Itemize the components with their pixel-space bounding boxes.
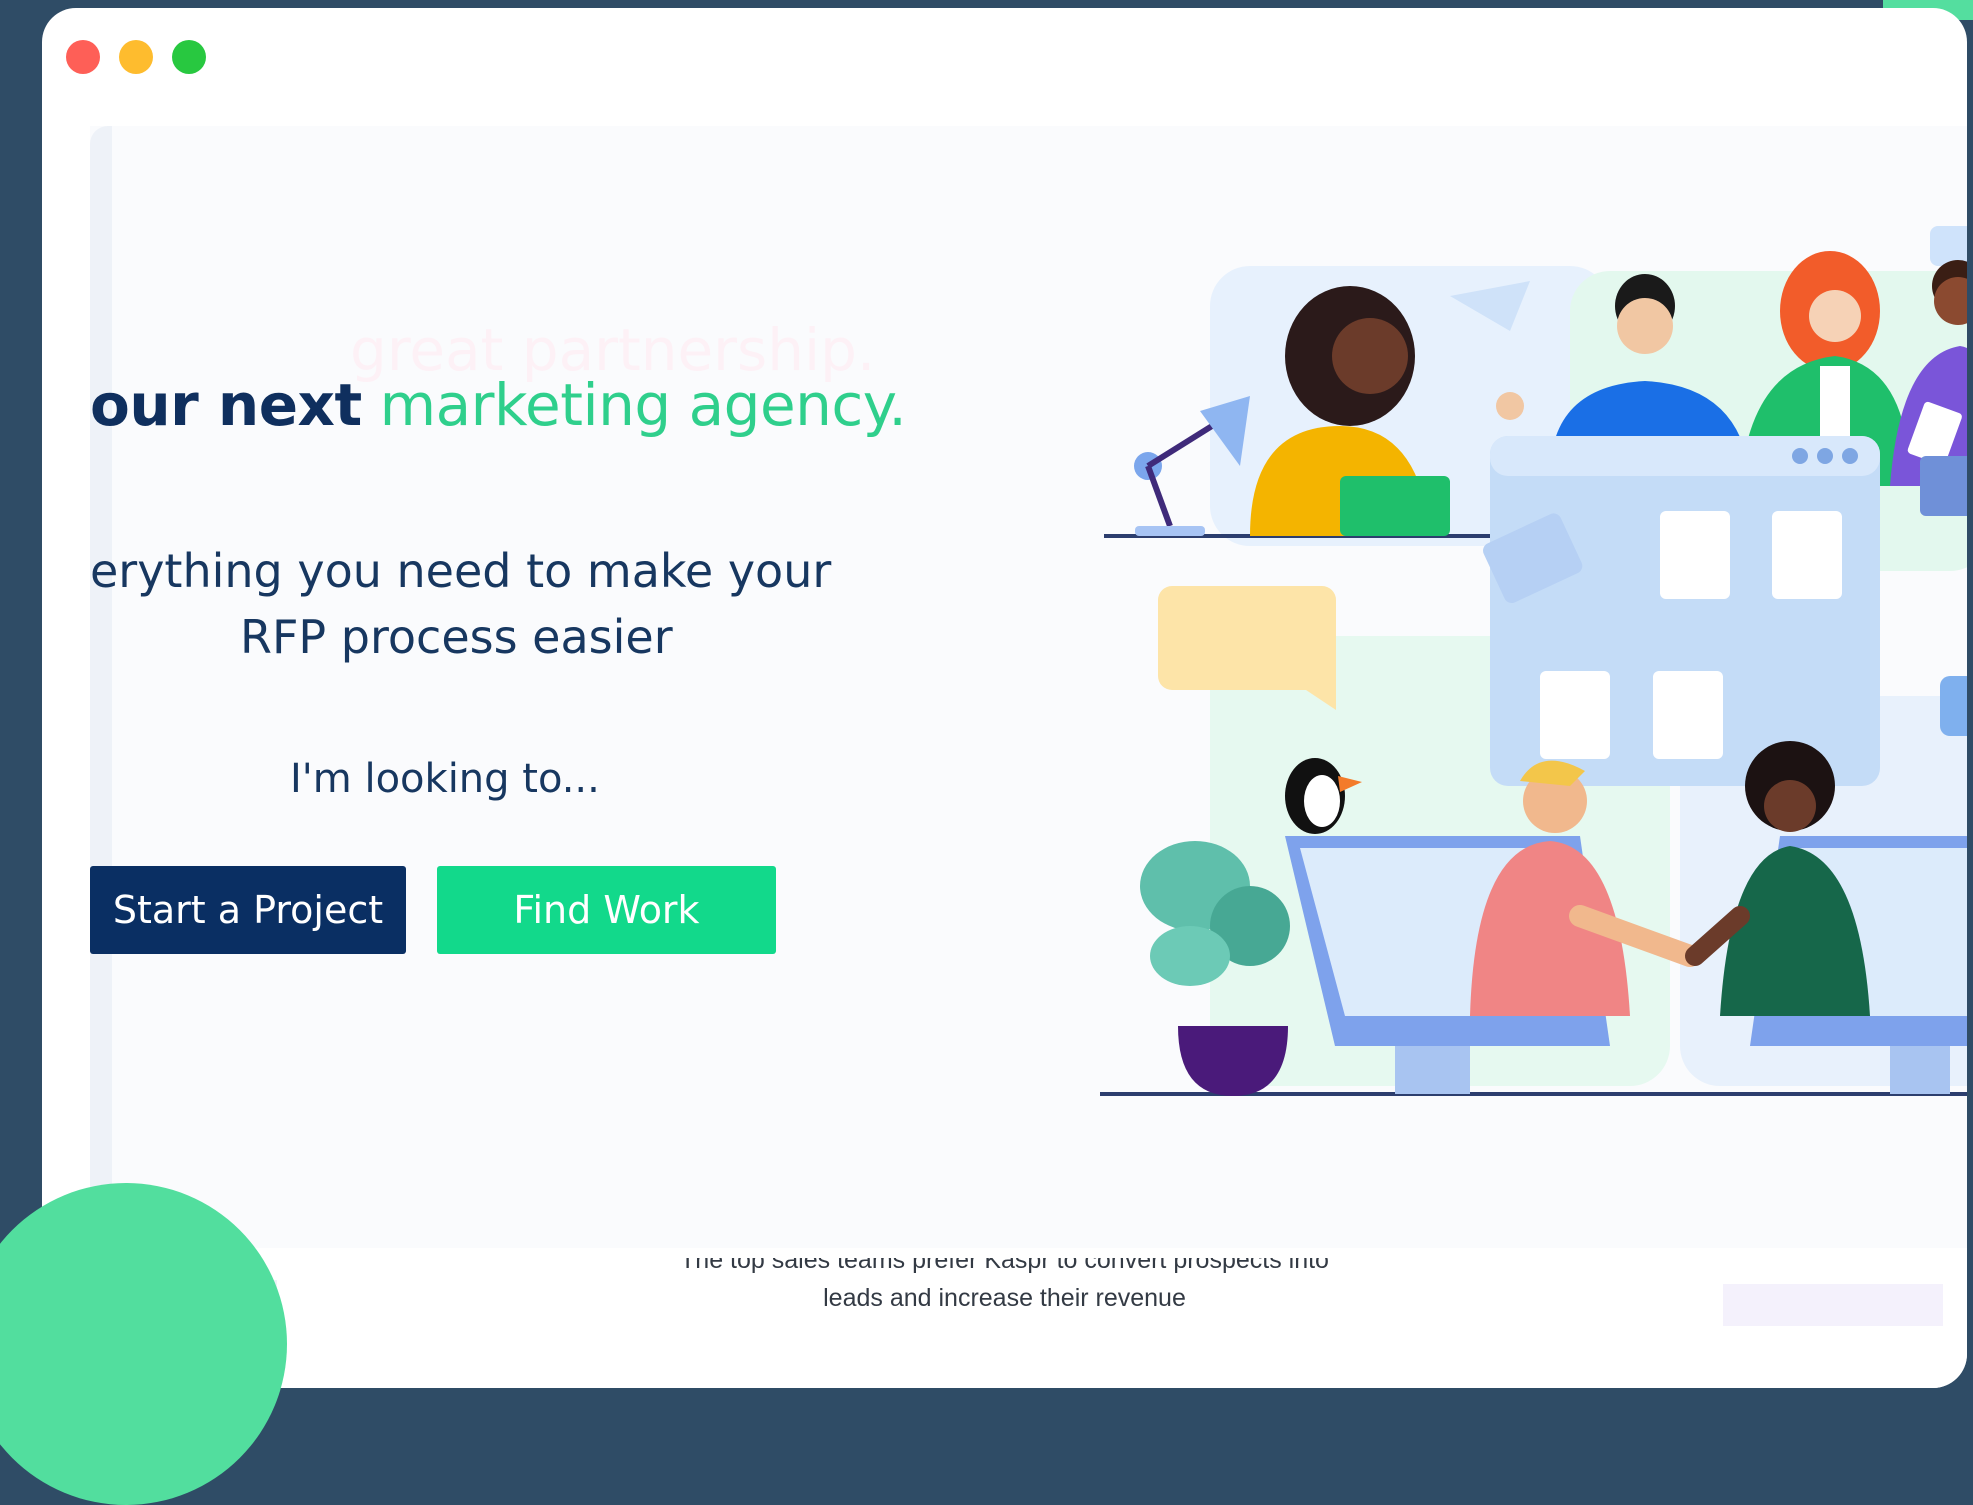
waving-hand xyxy=(1496,392,1524,420)
footer-line2: leads and increase their revenue xyxy=(823,1284,1186,1312)
bottom-section: The top sales teams prefer Kaspr to conv… xyxy=(42,1258,1967,1388)
browser-window: great partnership. our next marketing ag… xyxy=(42,8,1967,1388)
laptop-green xyxy=(1340,476,1450,536)
thumbs-up-icon xyxy=(1940,676,1967,736)
hero-section: great partnership. our next marketing ag… xyxy=(90,126,1967,1248)
redhead-face xyxy=(1809,290,1861,342)
lamp-base xyxy=(1135,526,1205,536)
footer-text: The top sales teams prefer Kaspr to conv… xyxy=(42,1258,1967,1318)
doc-card-3 xyxy=(1540,671,1610,759)
chat-bubble-icon xyxy=(1930,226,1967,266)
looking-to-label: I'm looking to... xyxy=(290,756,600,802)
hero-subtitle-line1: erything you need to make your xyxy=(90,544,832,598)
man-face xyxy=(1617,298,1673,354)
find-work-button[interactable]: Find Work xyxy=(437,866,776,954)
footer-line1: The top sales teams prefer Kaspr to conv… xyxy=(680,1258,1329,1274)
lamp-arm-lower xyxy=(1145,464,1173,528)
puffin-belly xyxy=(1304,775,1340,827)
minimize-window-button[interactable] xyxy=(119,40,153,74)
browser-dot-1 xyxy=(1792,448,1808,464)
browser-dot-3 xyxy=(1842,448,1858,464)
start-project-button[interactable]: Start a Project xyxy=(90,866,406,954)
left-edge-panel xyxy=(90,126,112,1248)
lamp-arm-upper xyxy=(1146,418,1222,469)
plant-leaf-3 xyxy=(1150,926,1230,986)
person-face xyxy=(1332,318,1408,394)
bottom-right-badge xyxy=(1723,1284,1943,1326)
woman-green-face xyxy=(1764,780,1816,832)
maximize-window-button[interactable] xyxy=(172,40,206,74)
hero-headline: our next marketing agency. xyxy=(90,371,907,439)
doc-card-1 xyxy=(1660,511,1730,599)
doc-card-4 xyxy=(1653,671,1723,759)
team-collaboration-illustration xyxy=(1100,226,1967,1096)
monitor-left-stand xyxy=(1395,1046,1470,1094)
headline-green-part: marketing agency. xyxy=(379,371,907,439)
headline-dark-part: our next xyxy=(90,371,362,439)
close-window-button[interactable] xyxy=(66,40,100,74)
hero-subtitle-line2: RFP process easier xyxy=(240,610,673,664)
laptop-blue xyxy=(1920,456,1967,516)
doc-card-2 xyxy=(1772,511,1842,599)
window-controls xyxy=(66,40,206,74)
monitor-right-stand xyxy=(1890,1046,1950,1094)
browser-dot-2 xyxy=(1817,448,1833,464)
